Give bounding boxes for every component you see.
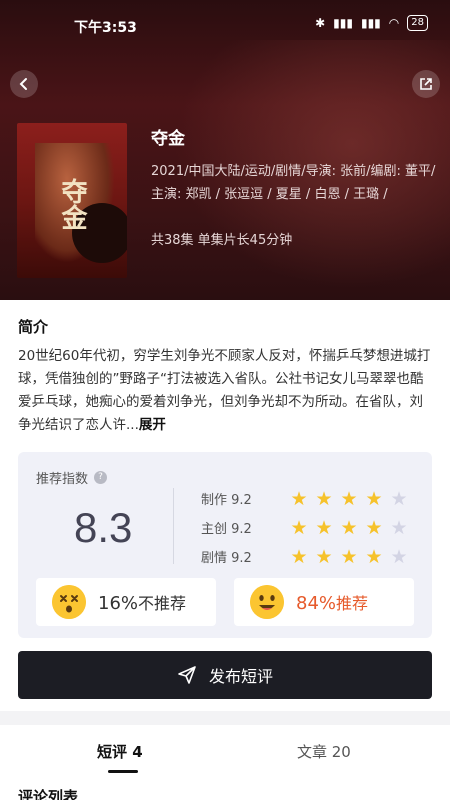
wifi-icon: ◠ xyxy=(388,16,400,30)
tab-bar: 短评 4 文章 20 xyxy=(0,725,450,775)
star-rating: ★ ★ ★ ★ ★ xyxy=(289,489,409,509)
dizzy-face-icon xyxy=(52,585,86,619)
drama-poster[interactable]: 夺金 xyxy=(17,123,127,278)
hero-header: 下午3:53 ✱ ▮▮▮ ▮▮▮ ◠ 28 夺金 夺金 2021/中国大陆/运动… xyxy=(0,0,450,300)
tab-short-reviews[interactable]: 短评 4 xyxy=(97,741,143,762)
intro-heading: 简介 xyxy=(18,318,49,336)
star-icon: ★ xyxy=(365,545,383,568)
star-icon: ★ xyxy=(290,487,308,510)
bluetooth-icon: ✱ xyxy=(315,16,326,30)
intro-body: 20世纪60年代初，穷学生刘争光不顾家人反对，怀揣乒乓梦想进城打球，凭借独创的”… xyxy=(18,348,431,433)
recommend-index-label: 推荐指数 ? xyxy=(36,468,108,487)
active-tab-indicator xyxy=(108,770,138,773)
star-rating: ★ ★ ★ ★ ★ xyxy=(289,518,409,538)
star-icon: ★ xyxy=(340,487,358,510)
not-recommend-button[interactable]: 16%不推荐 xyxy=(36,578,216,626)
star-icon: ★ xyxy=(290,516,308,539)
recommend-button[interactable]: 84%推荐 xyxy=(234,578,414,626)
status-bar: 下午3:53 ✱ ▮▮▮ ▮▮▮ ◠ 28 xyxy=(0,0,450,52)
rating-card: 推荐指数 ? 8.3 制作 9.2 ★ ★ ★ ★ ★ 主创 9.2 ★ ★ ★… xyxy=(18,452,432,638)
battery-icon: 28 xyxy=(407,15,428,31)
overall-score: 8.3 xyxy=(74,504,133,551)
share-icon xyxy=(420,78,432,90)
sub-rating-label: 制作 9.2 xyxy=(201,493,252,508)
share-button[interactable] xyxy=(412,70,440,98)
drama-title: 夺金 xyxy=(151,129,185,149)
star-icon: ★ xyxy=(290,545,308,568)
star-icon: ★ xyxy=(340,516,358,539)
sub-ratings: 制作 9.2 ★ ★ ★ ★ ★ 主创 9.2 ★ ★ ★ ★ ★ 剧情 9.2… xyxy=(201,484,409,571)
not-recommend-text: 16%不推荐 xyxy=(98,590,186,614)
sub-rating-row: 主创 9.2 ★ ★ ★ ★ ★ xyxy=(201,513,409,542)
star-icon: ★ xyxy=(340,545,358,568)
recommend-index-text: 推荐指数 xyxy=(36,472,89,487)
drama-meta: 2021/中国大陆/运动/剧情/导演: 张前/编剧: 董平/主演: 郑凯 / 张… xyxy=(151,164,436,202)
divider xyxy=(173,488,174,564)
status-time: 下午3:53 xyxy=(74,20,137,36)
expand-link[interactable]: 展开 xyxy=(139,417,166,433)
sub-rating-row: 剧情 9.2 ★ ★ ★ ★ ★ xyxy=(201,542,409,571)
tab-articles[interactable]: 文章 20 xyxy=(297,741,351,762)
chevron-left-icon xyxy=(19,78,27,90)
star-icon: ★ xyxy=(315,487,333,510)
star-empty-icon: ★ xyxy=(390,487,408,510)
poster-title: 夺金 xyxy=(57,178,87,230)
recommend-text: 84%推荐 xyxy=(296,590,368,614)
comment-list-heading: 评论列表 xyxy=(18,788,79,800)
sub-rating-label: 主创 9.2 xyxy=(201,522,252,537)
sub-rating-row: 制作 9.2 ★ ★ ★ ★ ★ xyxy=(201,484,409,513)
intro-text: 20世纪60年代初，穷学生刘争光不顾家人反对，怀揣乒乓梦想进城打球，凭借独创的”… xyxy=(18,345,434,437)
signal-icon: ▮▮▮ xyxy=(333,16,353,30)
status-icons: ✱ ▮▮▮ ▮▮▮ ◠ 28 xyxy=(315,15,428,31)
help-icon[interactable]: ? xyxy=(94,471,108,484)
not-recommend-label: 不推荐 xyxy=(138,594,187,613)
send-icon xyxy=(178,666,196,684)
section-separator xyxy=(0,711,450,725)
star-icon: ★ xyxy=(365,487,383,510)
star-icon: ★ xyxy=(315,545,333,568)
back-button[interactable] xyxy=(10,70,38,98)
smile-face-icon xyxy=(250,585,284,619)
star-empty-icon: ★ xyxy=(390,545,408,568)
post-review-button[interactable]: 发布短评 xyxy=(18,651,432,699)
drama-episodes: 共38集 单集片长45分钟 xyxy=(151,233,293,248)
sub-rating-label: 剧情 9.2 xyxy=(201,551,252,566)
not-recommend-percent: 16% xyxy=(98,593,139,614)
star-icon: ★ xyxy=(365,516,383,539)
signal-icon-2: ▮▮▮ xyxy=(360,16,381,30)
recommend-percent: 84% xyxy=(296,593,337,614)
post-review-label: 发布短评 xyxy=(208,667,273,686)
recommend-label: 推荐 xyxy=(336,594,369,613)
star-empty-icon: ★ xyxy=(390,516,408,539)
star-rating: ★ ★ ★ ★ ★ xyxy=(289,547,409,567)
star-icon: ★ xyxy=(315,516,333,539)
